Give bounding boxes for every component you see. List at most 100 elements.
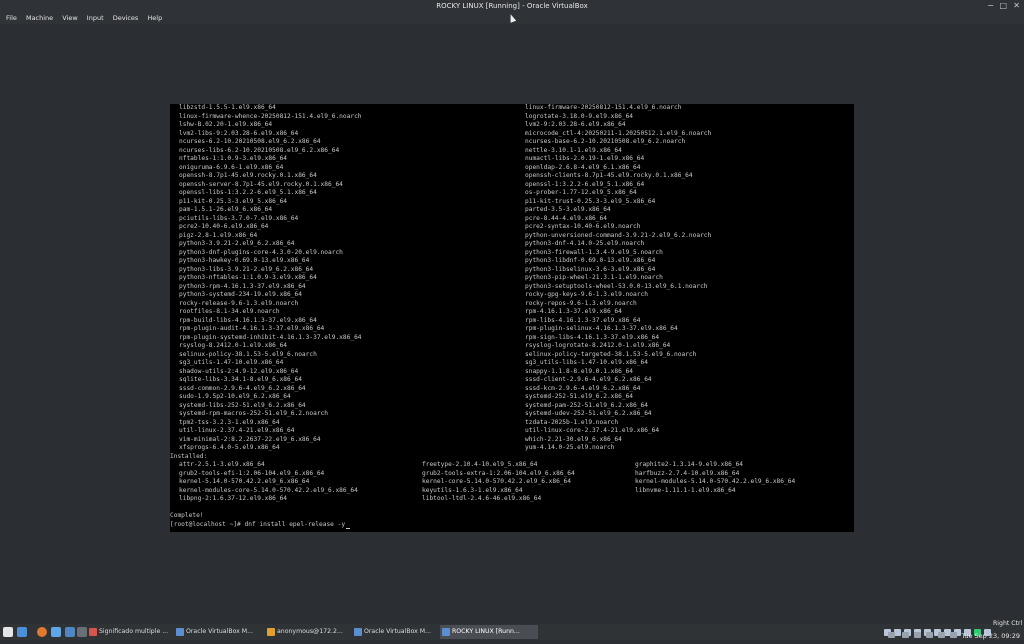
console-line: openssh-server-8.7p1-45.el9.rocky.0.1.x8… bbox=[179, 180, 343, 188]
text-cursor bbox=[346, 528, 351, 529]
console-line: logrotate-3.18.0-9.el9.x86_64 bbox=[525, 112, 634, 120]
console-line: rpm-plugin-systemd-inhibit-4.16.1.3-37.e… bbox=[179, 333, 362, 341]
console-line: util-linux-2.37.4-21.el9.x86_64 bbox=[179, 427, 295, 434]
task-rocky-linux-vm[interactable]: ROCKY LINUX [Runn... bbox=[440, 625, 538, 639]
console-line: graphite2-1.3.14-9.el9.x86_64 bbox=[635, 461, 744, 468]
console-line: systemd-rpm-macros-252-51.el9_6.2.noarch bbox=[179, 410, 329, 417]
console-line: libtool-ltdl-2.4.6-46.el9.x86_64 bbox=[422, 495, 542, 502]
console-line: rocky-repos-9.6-1.3.el9.noarch bbox=[525, 299, 637, 307]
files-launcher-icon[interactable] bbox=[65, 627, 75, 637]
menu-file[interactable]: File bbox=[6, 12, 17, 24]
console-line: rpm-sign-libs-4.16.1.3-37.el9.x86_64 bbox=[525, 333, 660, 341]
console-prompt: [root@localhost ~]# dnf install epel-rel… bbox=[170, 521, 351, 529]
vbox-optical-icon[interactable] bbox=[894, 629, 901, 636]
console-line: python3-libselinux-3.6-3.el9.x86_64 bbox=[525, 265, 656, 273]
menu-devices[interactable]: Devices bbox=[113, 12, 139, 24]
console-line: pcre2-10.40-6.el9.x86_64 bbox=[179, 223, 269, 230]
console-line: systemd-pam-252-51.el9_6.2.x86_64 bbox=[525, 401, 648, 409]
console-line: openssl-libs-1:3.2.2-6.el9_5.1.x86_64 bbox=[179, 189, 317, 196]
close-button[interactable]: ✕ bbox=[1013, 0, 1020, 12]
console-line: rpm-4.16.1.3-37.el9.x86_64 bbox=[525, 308, 622, 315]
console-line: ncurses-libs-6.2-10.20210508.el9_6.2.x86… bbox=[179, 146, 340, 154]
console-line: openssl-1:3.2.2-6.el9_5.1.x86_64 bbox=[525, 180, 645, 188]
app-launcher-icon[interactable] bbox=[77, 627, 87, 637]
window-titlebar: ROCKY LINUX [Running] - Oracle VirtualBo… bbox=[0, 0, 1024, 12]
task-terminal[interactable]: anonymous@172.2... bbox=[265, 625, 361, 639]
task-firefox[interactable]: Significado multiple ... bbox=[87, 625, 183, 639]
menu-help[interactable]: Help bbox=[147, 12, 162, 24]
console-line: python3-pip-wheel-21.3.1-1.el9.noarch bbox=[525, 274, 663, 281]
console-line: attr-2.5.1-3.el9.x86_64 bbox=[179, 461, 265, 468]
console-line: oniguruma-6.9.6-1.el9.x86_64 bbox=[179, 163, 284, 171]
console-line: sudo-1.9.5p2-10.el9_6.2.x86_64 bbox=[179, 393, 291, 400]
console-line: kernel-modules-core-5.14.0-570.42.2.el9_… bbox=[179, 486, 358, 494]
console-line: yum-4.14.0-25.el9.noarch bbox=[525, 444, 615, 451]
console-line: python3-libs-3.9.21-2.el9_6.2.x86_64 bbox=[179, 265, 314, 273]
console-line: openssh-clients-8.7p1-45.el9.rocky.0.1.x… bbox=[525, 172, 693, 179]
console-line: python3-dnf-plugins-core-4.3.0-20.el9.no… bbox=[179, 248, 343, 256]
clock[interactable]: Tue Sep 23, 09:29 bbox=[961, 628, 1020, 644]
console-line: rpm-libs-4.16.1.3-37.el9.x86_64 bbox=[525, 316, 641, 324]
console-line: kernel-5.14.0-570.42.2.el9_6.x86_64 bbox=[179, 478, 310, 485]
console-line: pam-1.5.1-26.el9_6.x86_64 bbox=[179, 206, 273, 213]
clipboard-icon[interactable] bbox=[902, 632, 909, 638]
console-line: ncurses-6.2-10.20210508.el9_6.2.x86_64 bbox=[179, 138, 321, 145]
console-line: openssh-8.7p1-45.el9.rocky.0.1.x86_64 bbox=[179, 172, 317, 179]
vm-console[interactable]: libzstd-1.5.5-1.el9.x86_64 linux-firmware… bbox=[170, 104, 854, 532]
console-line: sssd-kcm-2.9.6-4.el9_6.2.x86_64 bbox=[525, 384, 641, 392]
console-line: libzstd-1.5.5-1.el9.x86_64 bbox=[179, 104, 276, 111]
console-line: nettle-3.10.1-1.el9.x86_64 bbox=[525, 146, 622, 154]
console-line: vim-minimal-2:8.2.2637-22.el9_6.x86_64 bbox=[179, 435, 321, 443]
console-line: which-2.21-30.el9_6.x86_64 bbox=[525, 435, 622, 443]
console-line: p11-kit-trust-0.25.3-3.el9_5.x86_64 bbox=[525, 197, 656, 205]
task-virtualbox-manager-2[interactable]: Oracle VirtualBox M... bbox=[352, 625, 448, 639]
console-line: rpm-plugin-audit-4.16.1.3-37.el9.x86_64 bbox=[179, 325, 325, 332]
console-line: tpm2-tss-3.2.3-1.el9.x86_64 bbox=[179, 418, 280, 426]
menu-machine[interactable]: Machine bbox=[26, 12, 53, 24]
console-line: numactl-libs-2.0.19-1.el9.x86_64 bbox=[525, 155, 645, 162]
update-manager-icon[interactable] bbox=[914, 632, 921, 638]
minimize-button[interactable]: − bbox=[987, 0, 994, 12]
task-virtualbox-manager-1[interactable]: Oracle VirtualBox M... bbox=[174, 625, 276, 639]
firefox-launcher-icon[interactable] bbox=[37, 627, 47, 637]
console-line: kernel-core-5.14.0-570.42.2.el9_6.x86_64 bbox=[422, 478, 572, 485]
task-label: anonymous@172.2... bbox=[277, 628, 343, 635]
maximize-button[interactable]: □ bbox=[999, 0, 1007, 12]
console-line: ncurses-base-6.2-10.20210508.el9_6.2.noa… bbox=[525, 138, 686, 145]
menu-input[interactable]: Input bbox=[87, 12, 104, 24]
volume-icon[interactable] bbox=[950, 632, 957, 638]
console-line: python3-setuptools-wheel-53.0.0-13.el9_6… bbox=[525, 282, 708, 290]
console-line: grub2-tools-extra-1:2.06-104.el9_6.x86_6… bbox=[422, 469, 575, 477]
taskbar: Significado multiple ... Oracle VirtualB… bbox=[0, 620, 1024, 640]
task-label: Oracle VirtualBox M... bbox=[186, 628, 254, 635]
terminal-launcher-icon[interactable] bbox=[51, 627, 61, 637]
notifications-icon[interactable] bbox=[888, 632, 895, 638]
console-line: util-linux-core-2.37.4-21.el9.x86_64 bbox=[525, 427, 660, 434]
console-line: python3-firewall-1.3.4-9.el9_5.noarch bbox=[525, 248, 663, 256]
console-line: freetype-2.10.4-10.el9_5.x86_64 bbox=[422, 461, 538, 468]
console-line: rootfiles-8.1-34.el9.noarch bbox=[179, 308, 280, 315]
console-line: pcre2-syntax-10.40-6.el9.noarch bbox=[525, 223, 641, 230]
console-line: xfsprogs-6.4.0-5.el9.x86_64 bbox=[179, 444, 280, 451]
console-line: os-prober-1.77-12.el9_5.x86_64 bbox=[525, 189, 637, 196]
console-line: lshw-B.02.20-1.el9.x86_64 bbox=[179, 121, 273, 128]
console-line: parted-3.5-3.el9.x86_64 bbox=[525, 206, 611, 213]
console-line: nftables-1:1.0.9-3.el9.x86_64 bbox=[179, 155, 288, 162]
removable-drive-icon[interactable] bbox=[926, 632, 933, 638]
menu-view[interactable]: View bbox=[62, 12, 77, 24]
console-line: selinux-policy-38.1.53-5.el9_6.noarch bbox=[179, 350, 317, 358]
console-line: libpng-2:1.6.37-12.el9.x86_64 bbox=[179, 495, 288, 502]
console-line: sssd-client-2.9.6-4.el9_6.2.x86_64 bbox=[525, 376, 652, 383]
console-line: selinux-policy-targeted-38.1.53-5.el9_6.… bbox=[525, 350, 697, 358]
console-line: sg3_utils-1.47-10.el9.x86_64 bbox=[179, 359, 284, 366]
show-desktop-icon[interactable] bbox=[17, 627, 27, 637]
console-line: tzdata-2025b-1.el9.noarch bbox=[525, 418, 619, 426]
network-icon[interactable] bbox=[938, 632, 945, 638]
console-line: openldap-2.6.8-4.el9_6.1.x86_64 bbox=[525, 163, 641, 171]
console-line: rsyslog-logrotate-8.2412.0-1.el9.x86_64 bbox=[525, 342, 671, 349]
console-line: python3-systemd-234-19.el9.x86_64 bbox=[179, 291, 302, 298]
console-line: rpm-build-libs-4.16.1.3-37.el9.x86_64 bbox=[179, 316, 317, 324]
start-menu-icon[interactable] bbox=[3, 627, 13, 637]
console-line: python3-dnf-4.14.0-25.el9.noarch bbox=[525, 240, 645, 247]
terminal-icon bbox=[267, 628, 275, 636]
